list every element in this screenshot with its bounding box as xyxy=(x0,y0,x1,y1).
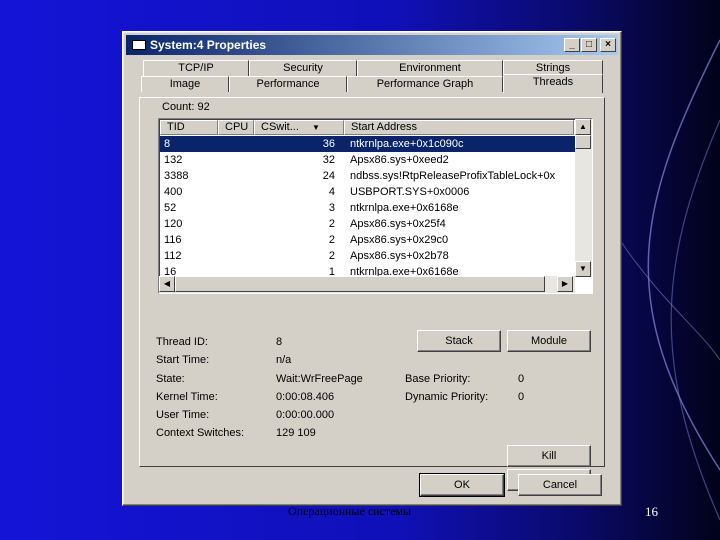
start-time-value: n/a xyxy=(276,354,292,366)
scroll-up-icon[interactable]: ▲ xyxy=(575,119,591,135)
horizontal-scrollbar[interactable]: ◀ ▶ xyxy=(159,276,575,293)
base-priority-value: 0 xyxy=(518,373,525,385)
base-priority-label: Base Priority: xyxy=(405,373,471,385)
table-row[interactable]: 120 2 Apsx86.sys+0x25f4 xyxy=(160,216,575,232)
vertical-scroll-thumb[interactable] xyxy=(575,135,591,149)
properties-window: System:4 Properties _ □ × TCP/IP Securit… xyxy=(122,31,622,506)
cell-tid: 132 xyxy=(164,154,183,166)
cell-cswitch: 2 xyxy=(328,218,335,230)
start-time-label: Start Time: xyxy=(156,354,210,366)
ok-button[interactable]: OK xyxy=(419,473,505,497)
kernel-time-value: 0:00:08.406 xyxy=(276,391,335,403)
cell-tid: 52 xyxy=(164,202,177,214)
table-row[interactable]: 400 4 USBPORT.SYS+0x0006 xyxy=(160,184,575,200)
kill-button[interactable]: Kill xyxy=(507,445,591,467)
table-row[interactable]: 52 3 ntkrnlpa.exe+0x6168e xyxy=(160,200,575,216)
table-row[interactable]: 132 32 Apsx86.sys+0xeed2 xyxy=(160,152,575,168)
user-time-value: 0:00:00.000 xyxy=(276,409,335,421)
sort-arrow-icon: ▼ xyxy=(311,123,320,132)
cell-tid: 400 xyxy=(164,186,183,198)
minimize-button[interactable]: _ xyxy=(564,38,580,52)
state-label: State: xyxy=(156,373,185,385)
threads-panel: Count: 92 TID CPU CSwit... ▼ Start Addre… xyxy=(139,97,605,491)
column-header-cpu[interactable]: CPU xyxy=(218,120,254,135)
cell-address: Apsx86.sys+0x29c0 xyxy=(350,234,449,246)
close-button[interactable]: × xyxy=(600,38,616,52)
cell-cswitch: 36 xyxy=(322,138,335,150)
cell-tid: 112 xyxy=(164,250,182,262)
horizontal-scroll-thumb[interactable] xyxy=(175,276,545,292)
cell-address: Apsx86.sys+0x2b78 xyxy=(350,250,449,262)
tab-strip: TCP/IP Security Environment Strings Imag… xyxy=(139,60,605,100)
column-header-cswitch[interactable]: CSwit... ▼ xyxy=(254,120,344,135)
cell-address: ndbss.sys!RtpReleaseProfixTableLock+0x xyxy=(350,170,556,182)
state-value: Wait:WrFreePage xyxy=(276,373,363,385)
table-row[interactable]: 3388 24 ndbss.sys!RtpReleaseProfixTableL… xyxy=(160,168,575,184)
cell-cswitch: 32 xyxy=(322,154,335,166)
cancel-button[interactable]: Cancel xyxy=(518,474,602,496)
tab-performance-graph[interactable]: Performance Graph xyxy=(347,76,503,92)
tab-threads[interactable]: Threads xyxy=(503,74,603,93)
cell-address: USBPORT.SYS+0x0006 xyxy=(350,186,470,198)
slide-page-number: 16 xyxy=(645,504,658,519)
table-row[interactable]: 8 36 ntkrnlpa.exe+0x1c090c xyxy=(160,136,575,152)
column-header-cswitch-label: CSwit... xyxy=(261,121,299,133)
thread-id-label: Thread ID: xyxy=(156,336,208,348)
table-row[interactable]: 116 2 Apsx86.sys+0x29c0 xyxy=(160,232,575,248)
window-title: System:4 Properties xyxy=(150,38,267,52)
cell-cswitch: 2 xyxy=(328,234,335,246)
cell-cswitch: 24 xyxy=(322,170,335,182)
table-row[interactable]: 112 2 Apsx86.sys+0x2b78 xyxy=(160,248,575,264)
cell-cswitch: 4 xyxy=(328,186,335,198)
kernel-time-label: Kernel Time: xyxy=(156,391,218,403)
scroll-down-icon[interactable]: ▼ xyxy=(575,261,591,277)
dynamic-priority-label: Dynamic Priority: xyxy=(405,391,489,403)
cell-address: Apsx86.sys+0xeed2 xyxy=(350,154,449,166)
thread-id-value: 8 xyxy=(276,336,283,348)
context-switches-value: 129 109 xyxy=(276,427,316,439)
cell-cswitch: 2 xyxy=(328,250,335,262)
column-header-tid[interactable]: TID xyxy=(160,120,218,135)
cell-tid: 8 xyxy=(164,138,171,150)
tab-tcpip[interactable]: TCP/IP xyxy=(143,60,249,76)
cell-cswitch: 3 xyxy=(328,202,335,214)
scroll-left-icon[interactable]: ◀ xyxy=(159,276,175,292)
monitor-icon xyxy=(132,40,146,50)
maximize-button[interactable]: □ xyxy=(581,38,597,52)
context-switches-label: Context Switches: xyxy=(156,427,245,439)
tab-security[interactable]: Security xyxy=(249,60,357,76)
cell-address: Apsx86.sys+0x25f4 xyxy=(350,218,446,230)
scroll-right-icon[interactable]: ▶ xyxy=(557,276,573,292)
threads-list[interactable]: TID CPU CSwit... ▼ Start Address 8 36 nt… xyxy=(158,118,593,294)
cell-address: ntkrnlpa.exe+0x1c090c xyxy=(350,138,464,150)
tab-image[interactable]: Image xyxy=(141,76,229,92)
column-header-start-address[interactable]: Start Address xyxy=(344,120,574,135)
slide-footer: Операционные системы xyxy=(288,504,412,518)
cell-tid: 120 xyxy=(164,218,183,230)
window-titlebar[interactable]: System:4 Properties _ □ × xyxy=(126,35,618,55)
tab-environment[interactable]: Environment xyxy=(357,60,503,76)
cell-tid: 116 xyxy=(164,234,182,246)
stack-button[interactable]: Stack xyxy=(417,330,501,352)
module-button[interactable]: Module xyxy=(507,330,591,352)
dynamic-priority-value: 0 xyxy=(518,391,525,403)
tab-performance[interactable]: Performance xyxy=(229,76,347,92)
cell-tid: 3388 xyxy=(164,170,189,182)
vertical-scrollbar[interactable]: ▲ ▼ xyxy=(575,119,592,277)
cell-address: ntkrnlpa.exe+0x6168e xyxy=(350,202,459,214)
user-time-label: User Time: xyxy=(156,409,210,421)
thread-count: Count: 92 xyxy=(162,101,210,113)
